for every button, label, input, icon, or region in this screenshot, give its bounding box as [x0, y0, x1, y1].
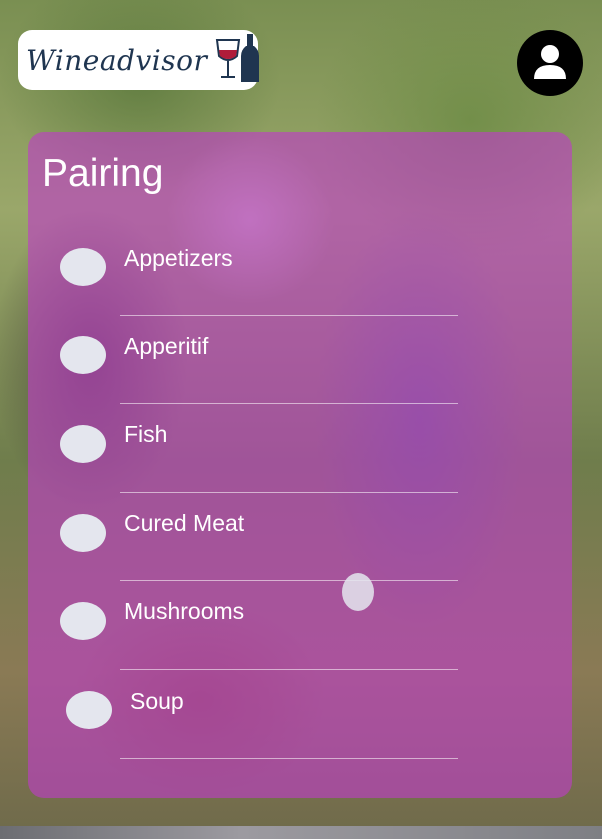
list-item-mushrooms[interactable]: Mushrooms: [28, 595, 572, 655]
item-bullet: [60, 602, 106, 640]
list-item-soup[interactable]: Soup: [28, 685, 572, 745]
wine-glass-and-bottle-icon: [213, 32, 263, 88]
item-bullet: [60, 336, 106, 374]
divider: [120, 758, 458, 759]
item-label: Soup: [130, 688, 184, 714]
list-item-appetizers[interactable]: Appetizers: [28, 242, 572, 302]
item-bullet: [60, 425, 106, 463]
bottom-bar: [0, 826, 602, 839]
divider: [120, 492, 458, 493]
pairing-panel: Pairing Appetizers Apperitif Fish Cured …: [28, 132, 572, 798]
item-bullet: [66, 691, 112, 729]
item-bullet: [60, 514, 106, 552]
panel-title: Pairing: [42, 152, 164, 195]
list-item-fish[interactable]: Fish: [28, 418, 572, 478]
item-label: Fish: [124, 421, 168, 447]
user-icon: [530, 41, 570, 85]
divider: [120, 669, 458, 670]
item-bullet: [60, 248, 106, 286]
item-label: Apperitif: [124, 333, 209, 359]
list-item-apperitif[interactable]: Apperitif: [28, 330, 572, 390]
profile-button[interactable]: [517, 30, 583, 96]
item-label: Mushrooms: [124, 598, 245, 624]
item-label: Cured Meat: [124, 510, 245, 536]
divider: [120, 315, 458, 316]
item-label: Appetizers: [124, 245, 233, 271]
decorative-dot: [342, 573, 374, 611]
app-logo[interactable]: Wineadvisor: [18, 30, 260, 90]
divider: [120, 580, 458, 581]
divider: [120, 403, 458, 404]
list-item-cured-meat[interactable]: Cured Meat: [28, 507, 572, 567]
app-name: Wineadvisor: [26, 43, 208, 77]
